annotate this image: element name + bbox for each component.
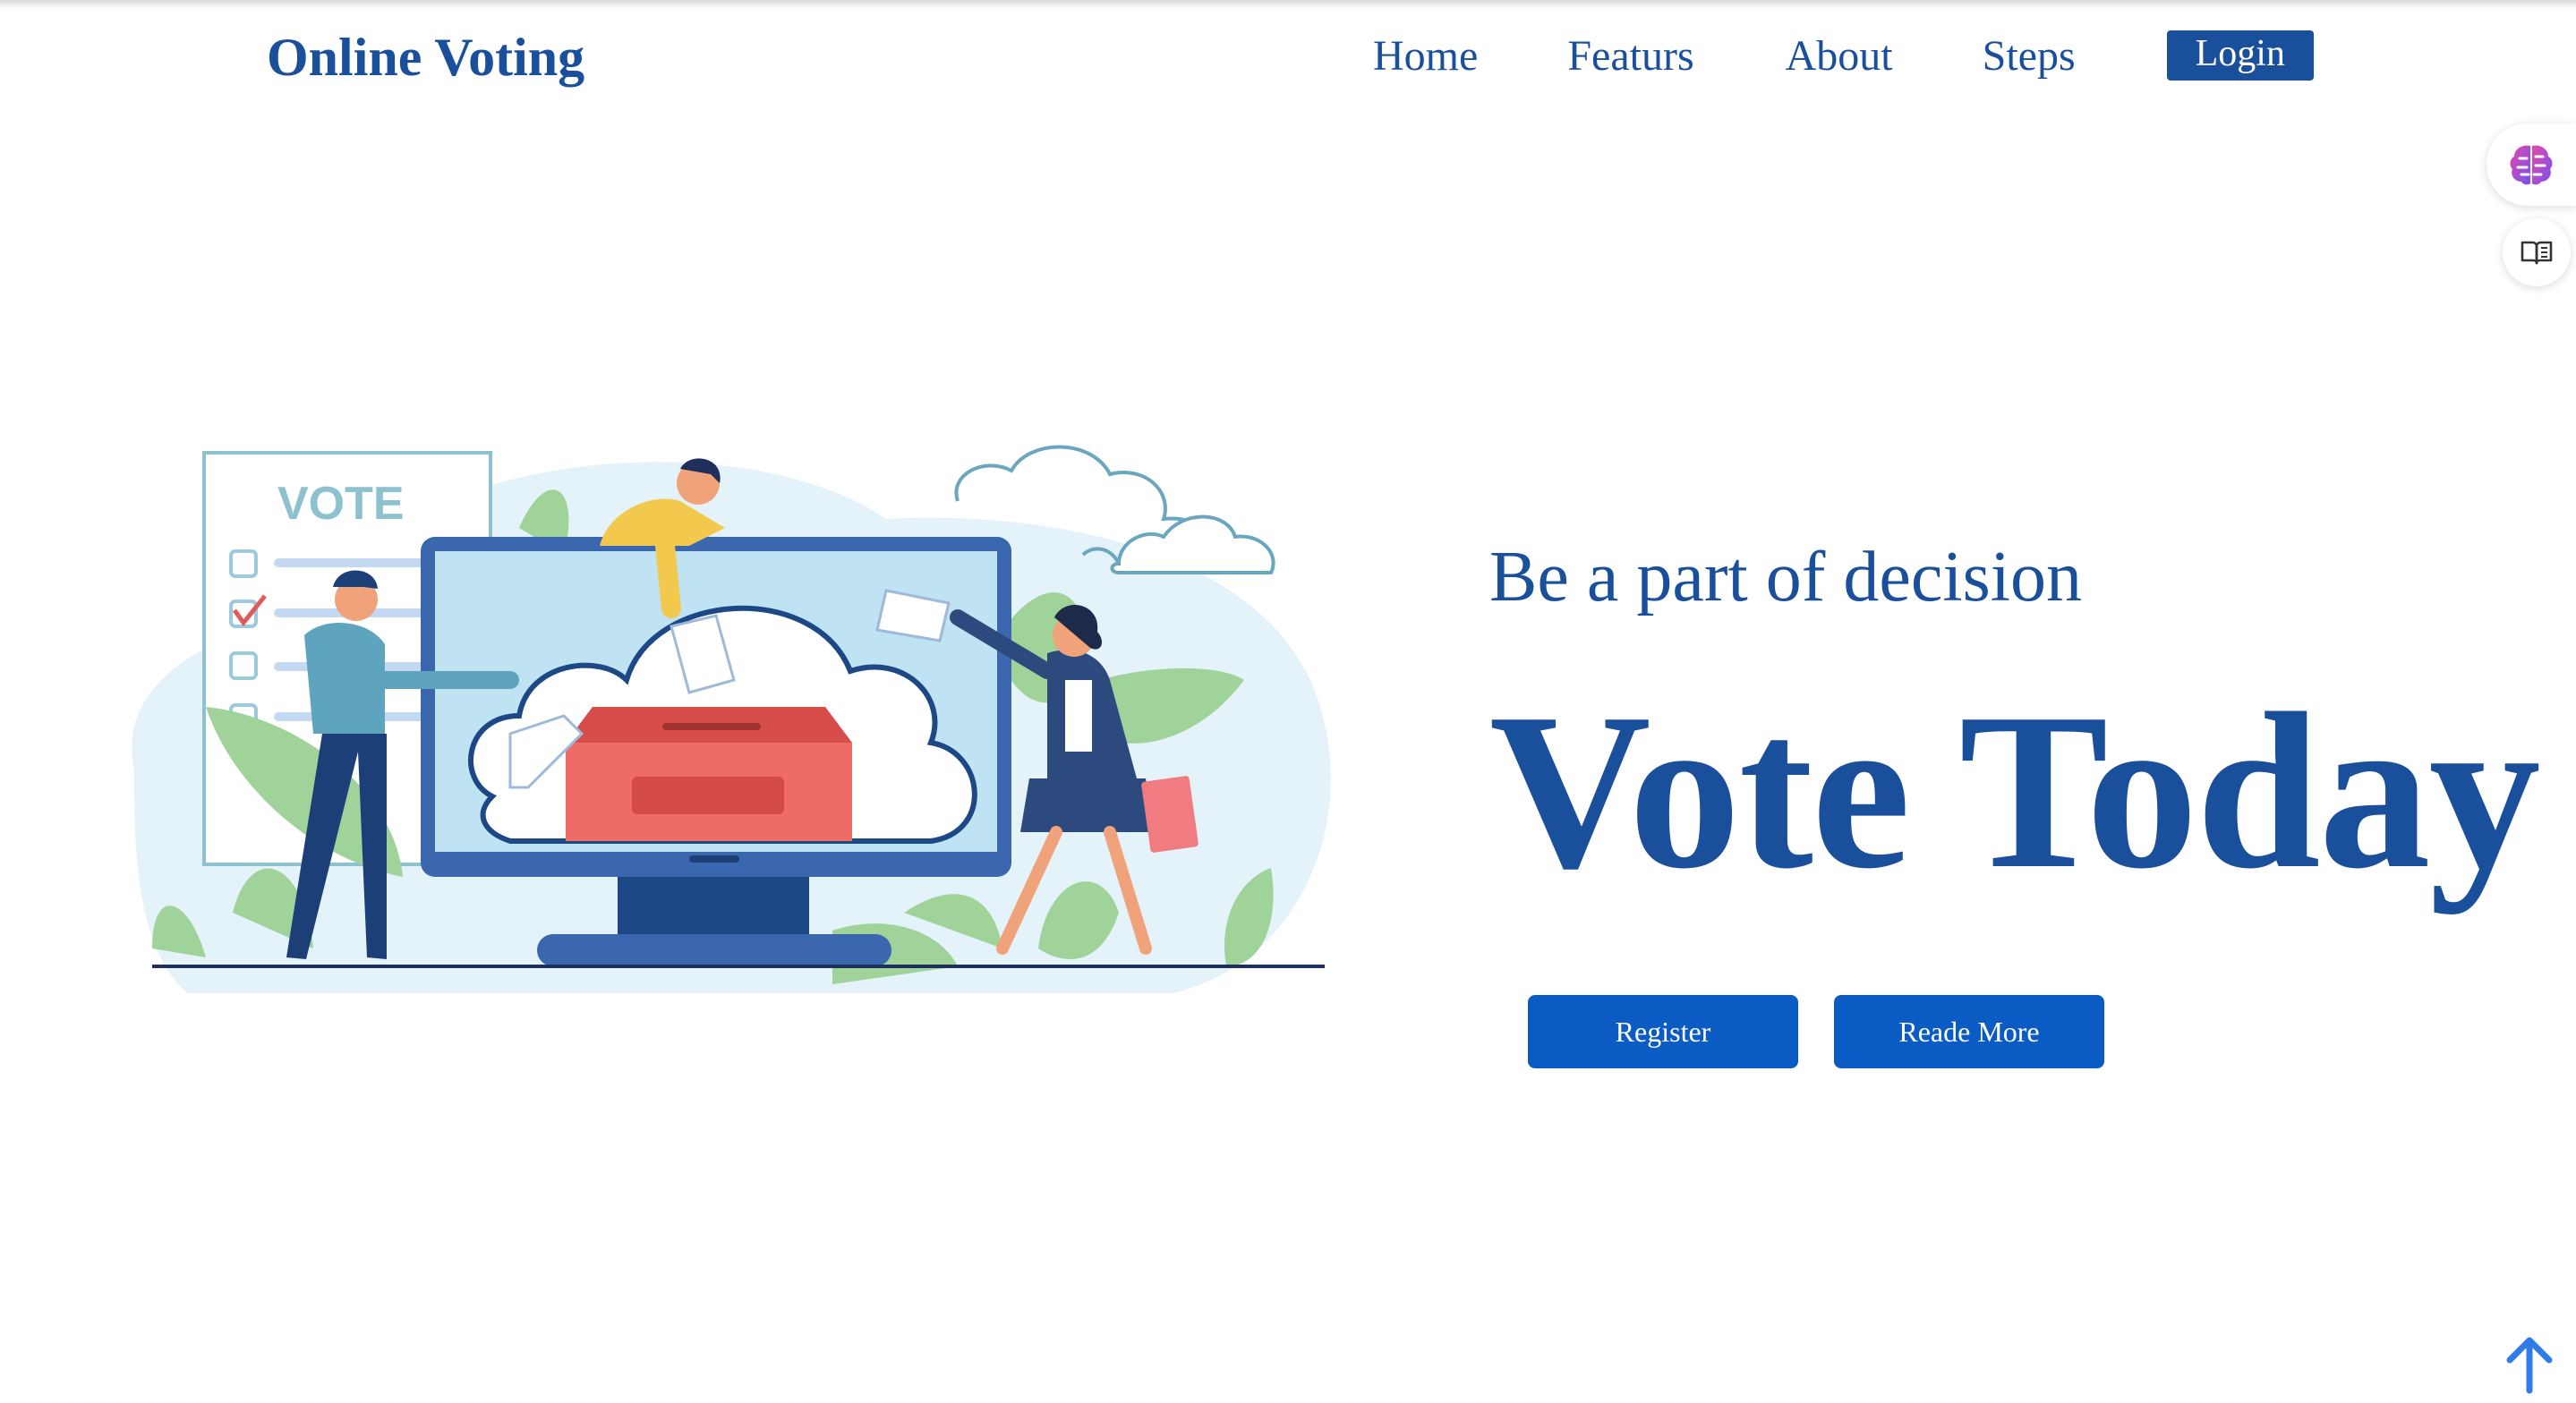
online-voting-illustration: VOTE (132, 445, 1331, 993)
top-shadow (0, 0, 2576, 9)
nav-home[interactable]: Home (1373, 31, 1478, 81)
brain-extension-button[interactable] (2486, 123, 2576, 206)
nav-about[interactable]: About (1786, 31, 1893, 81)
read-more-button[interactable]: Reade More (1834, 995, 2104, 1068)
scroll-to-top-button[interactable] (2503, 1333, 2556, 1394)
login-button[interactable]: Login (2166, 30, 2314, 81)
reader-mode-button[interactable] (2503, 218, 2571, 286)
brand-title[interactable]: Online Voting (267, 27, 584, 89)
nav-steps[interactable]: Steps (1983, 31, 2076, 81)
register-button[interactable]: Register (1528, 995, 1798, 1068)
hero-tagline: Be a part of decision (1489, 538, 2082, 616)
brain-icon (2510, 145, 2553, 185)
arrow-up-icon (2506, 1337, 2553, 1394)
nav-features[interactable]: Featurs (1567, 31, 1693, 81)
reader-book-icon (2521, 241, 2553, 265)
hero-headline: Vote Today (1489, 667, 2541, 915)
page: Online Voting Home Featurs About Steps L… (0, 0, 2576, 1403)
ballot-title: VOTE (277, 478, 405, 530)
main-nav: Home Featurs About Steps Login (1373, 30, 2314, 81)
